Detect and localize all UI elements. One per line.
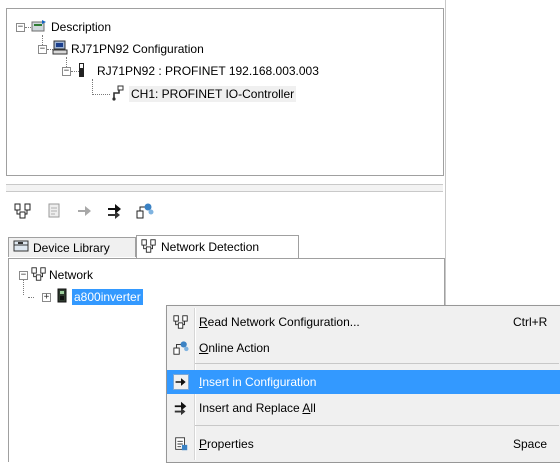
menu-item-label: Read Network Configuration... bbox=[199, 315, 360, 329]
tree-node-label: Network bbox=[49, 268, 94, 282]
tree-node-description[interactable]: − Description bbox=[16, 18, 111, 36]
expand-icon[interactable]: + bbox=[42, 292, 51, 302]
tree-node-label: CH1: PROFINET IO-Controller bbox=[129, 86, 297, 102]
tree-node-channel[interactable]: CH1: PROFINET IO-Controller bbox=[111, 85, 297, 104]
menu-item-label: Online Action bbox=[199, 341, 270, 355]
menu-item-properties[interactable]: Properties Space bbox=[167, 432, 560, 456]
description-icon bbox=[31, 19, 47, 36]
collapse-icon[interactable]: − bbox=[19, 270, 28, 280]
network-scan-icon bbox=[31, 266, 47, 285]
tree-line bbox=[92, 94, 110, 95]
tab-network-detection[interactable]: Network Detection bbox=[136, 235, 299, 258]
tree-node-label: Description bbox=[51, 20, 112, 34]
menu-separator bbox=[195, 363, 559, 364]
tab-label: Device Library bbox=[33, 240, 110, 255]
tab-device-library[interactable]: Device Library bbox=[8, 237, 136, 257]
inverter-icon bbox=[57, 288, 67, 306]
network-scan-icon bbox=[173, 314, 189, 330]
menu-item-read-network-configuration[interactable]: Read Network Configuration... Ctrl+R bbox=[167, 310, 560, 334]
menu-shortcut: Space bbox=[513, 437, 548, 451]
tab-label: Network Detection bbox=[161, 240, 260, 254]
module-icon bbox=[78, 62, 86, 81]
menu-item-label: Insert in Configuration bbox=[199, 375, 317, 389]
network-scan-icon[interactable] bbox=[14, 202, 32, 220]
collapse-icon[interactable]: − bbox=[16, 22, 25, 32]
menu-item-online-action[interactable]: Online Action bbox=[167, 336, 560, 360]
splitter-bar[interactable] bbox=[6, 184, 443, 192]
tree-line bbox=[92, 79, 93, 95]
menu-item-label: Properties bbox=[199, 437, 254, 451]
tree-node-device[interactable]: − RJ71PN92 : PROFINET 192.168.003.003 bbox=[62, 62, 319, 80]
menu-item-insert-in-configuration[interactable]: Insert in Configuration bbox=[167, 370, 560, 394]
tree-node-configuration[interactable]: − RJ71PN92 Configuration bbox=[38, 40, 204, 58]
menu-item-insert-and-replace-all[interactable]: Insert and Replace All bbox=[167, 396, 560, 420]
online-action-icon[interactable] bbox=[136, 202, 154, 220]
tree-line bbox=[28, 297, 34, 298]
controller-icon bbox=[111, 85, 127, 104]
properties-icon bbox=[173, 436, 189, 452]
context-menu: Read Network Configuration... Ctrl+R Onl… bbox=[166, 305, 560, 463]
menu-separator bbox=[195, 425, 559, 426]
insert-icon[interactable] bbox=[76, 202, 94, 220]
insert-icon bbox=[173, 374, 189, 390]
menu-item-label: Insert and Replace All bbox=[199, 401, 316, 415]
insert-replace-icon bbox=[173, 400, 189, 416]
tree-node-label: a800inverter bbox=[72, 289, 143, 305]
menu-shortcut: Ctrl+R bbox=[513, 315, 548, 329]
properties-icon[interactable] bbox=[46, 202, 64, 220]
computer-icon bbox=[52, 40, 68, 58]
tree-node-label: RJ71PN92 : PROFINET 192.168.003.003 bbox=[97, 64, 319, 78]
tree-node-inverter[interactable]: + a800inverter bbox=[42, 288, 143, 306]
collapse-icon[interactable]: − bbox=[38, 44, 47, 54]
network-scan-icon bbox=[141, 238, 157, 257]
library-icon bbox=[13, 239, 29, 256]
configuration-tree-panel: − Description − RJ71PN92 Configuration −… bbox=[6, 8, 444, 176]
collapse-icon[interactable]: − bbox=[62, 66, 71, 76]
online-action-icon bbox=[173, 340, 189, 356]
tree-node-label: RJ71PN92 Configuration bbox=[71, 42, 204, 56]
insert-replace-icon[interactable] bbox=[106, 202, 124, 220]
tree-node-network[interactable]: − Network bbox=[19, 266, 93, 284]
